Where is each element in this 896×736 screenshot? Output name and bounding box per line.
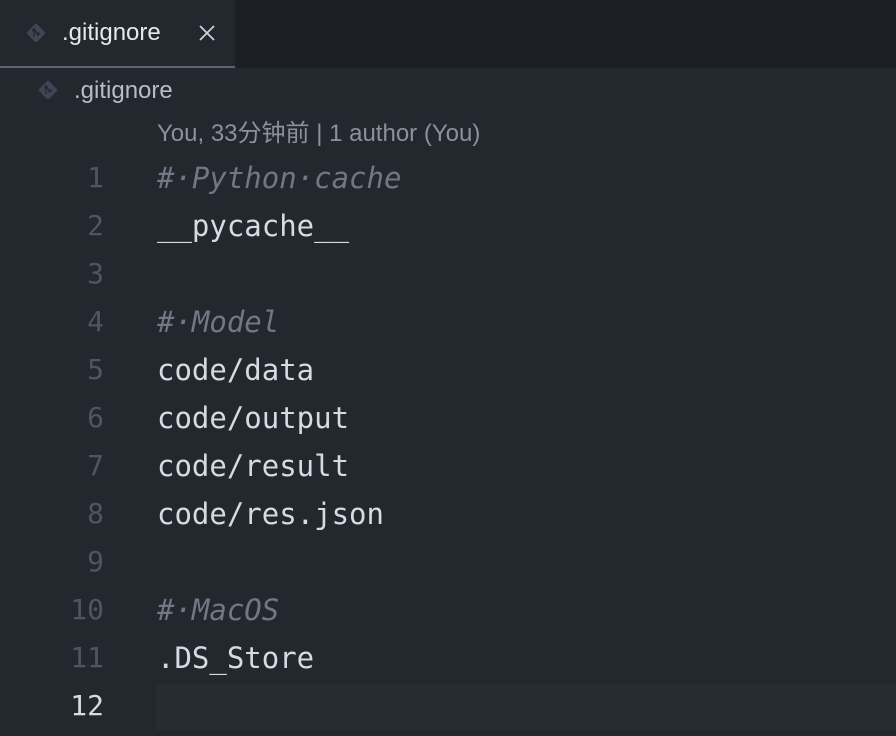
breadcrumb-file[interactable]: .gitignore <box>74 75 173 107</box>
breadcrumb: .gitignore <box>0 68 896 114</box>
line-number: 11 <box>70 641 104 674</box>
line-text[interactable]: code/result <box>157 442 349 490</box>
tab-gitignore[interactable]: .gitignore <box>0 0 235 68</box>
line-number: 2 <box>87 209 104 242</box>
git-blame-codelens[interactable]: You, 33分钟前 | 1 author (You) <box>157 118 480 150</box>
line-text[interactable]: code/res.json <box>157 490 384 538</box>
line-number: 9 <box>87 545 104 578</box>
line-number: 4 <box>87 305 104 338</box>
editor-line[interactable]: 12 <box>0 682 896 730</box>
line-background <box>156 252 896 298</box>
line-text[interactable]: #·Model <box>157 298 279 346</box>
git-diamond-icon <box>38 80 58 100</box>
editor-line[interactable]: 2 __pycache__ <box>0 202 896 250</box>
close-icon[interactable] <box>194 20 220 46</box>
editor-line[interactable]: 1 #·Python·cache <box>0 154 896 202</box>
git-diamond-icon <box>26 23 46 43</box>
editor-line[interactable]: 5 code/data <box>0 346 896 394</box>
line-number: 12 <box>70 689 104 722</box>
line-text[interactable]: .DS_Store <box>157 634 314 682</box>
line-number: 6 <box>87 401 104 434</box>
line-number: 8 <box>87 497 104 530</box>
line-number: 3 <box>87 257 104 290</box>
editor-line[interactable]: 11 .DS_Store <box>0 634 896 682</box>
editor-line[interactable]: 3 <box>0 250 896 298</box>
line-background <box>156 684 896 730</box>
line-text[interactable]: code/data <box>157 346 314 394</box>
line-number: 10 <box>70 593 104 626</box>
line-text[interactable]: #·MacOS <box>157 586 279 634</box>
line-number: 5 <box>87 353 104 386</box>
line-text[interactable]: #·Python·cache <box>157 154 401 202</box>
editor-line[interactable]: 10 #·MacOS <box>0 586 896 634</box>
editor-line[interactable]: 9 <box>0 538 896 586</box>
line-number: 7 <box>87 449 104 482</box>
line-background <box>156 540 896 586</box>
line-text[interactable]: __pycache__ <box>157 202 349 250</box>
line-text[interactable]: code/output <box>157 394 349 442</box>
tab-label: .gitignore <box>62 19 161 46</box>
editor-line[interactable]: 6 code/output <box>0 394 896 442</box>
code-editor[interactable]: 1 #·Python·cache 2 __pycache__ 3 4 #·Model 5 cod… <box>0 154 896 736</box>
editor-line[interactable]: 8 code/res.json <box>0 490 896 538</box>
editor-line[interactable]: 7 code/result <box>0 442 896 490</box>
line-number: 1 <box>87 161 104 194</box>
editor-line[interactable]: 4 #·Model <box>0 298 896 346</box>
tab-bar: .gitignore <box>0 0 896 68</box>
